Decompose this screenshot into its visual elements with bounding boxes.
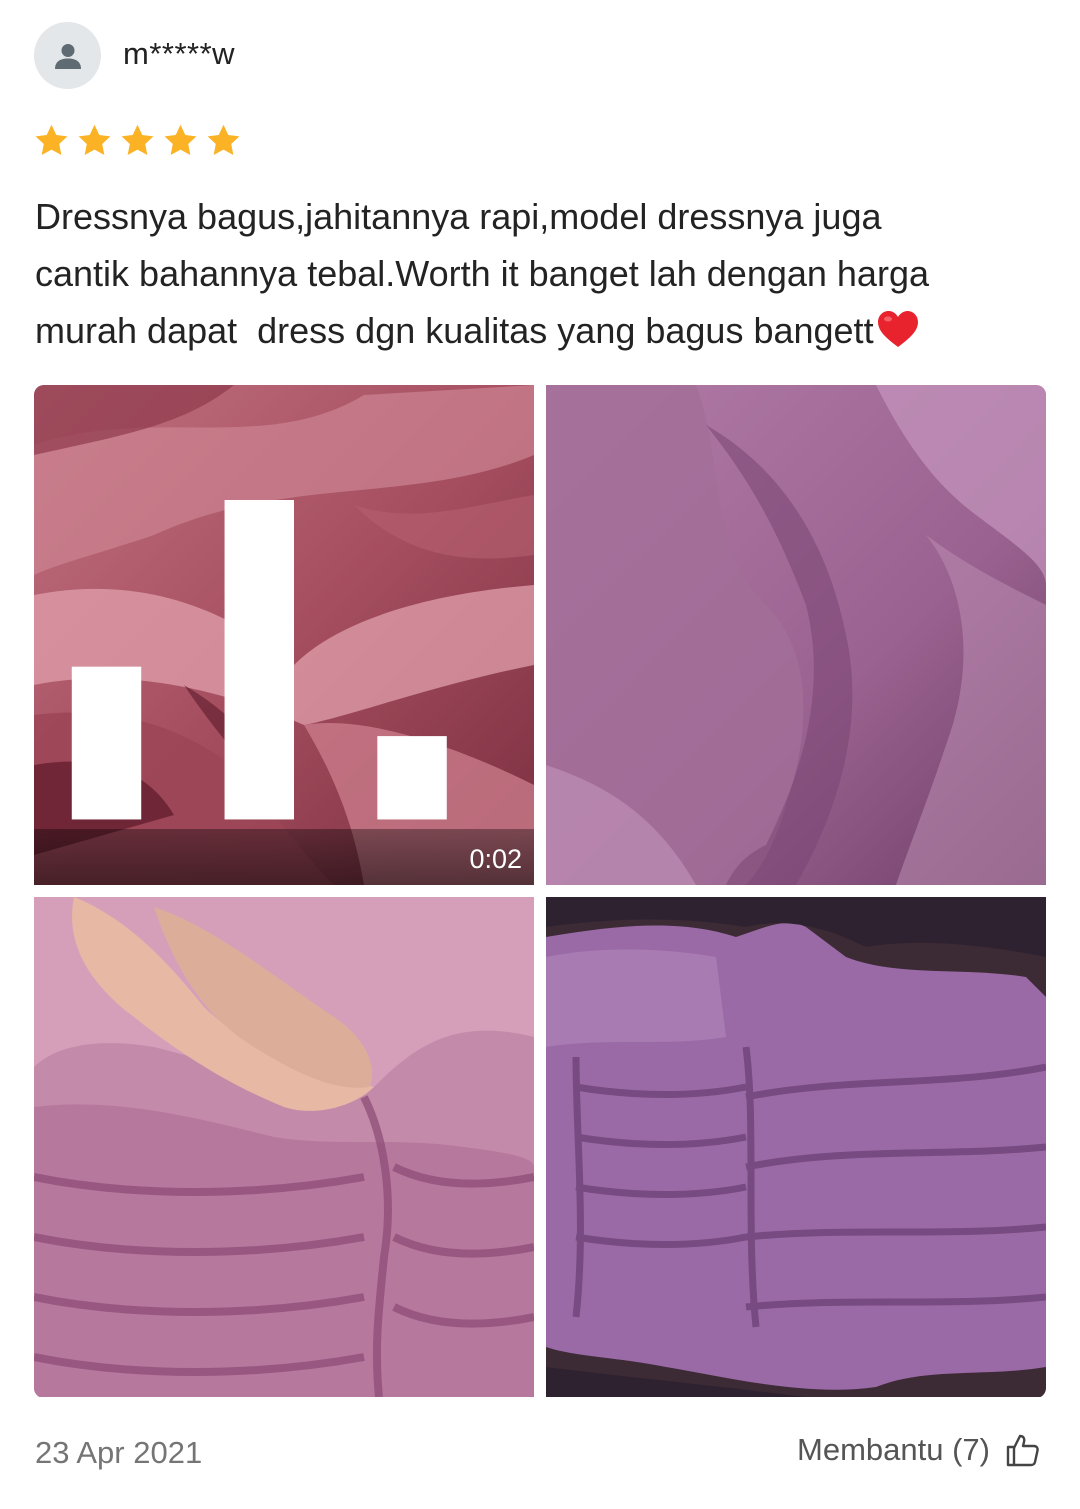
review-photo[interactable] [546,897,1046,1397]
fabric-photo-closeup [546,385,1046,885]
dress-laid-flat-photo [546,897,1046,1397]
video-signal-icon [71,500,447,820]
thumbs-up-outline-icon [1006,1434,1039,1467]
review-media-grid: 0:02 [34,385,1046,1398]
review-body: Dressnya bagus,jahitannya rapi,model dre… [35,196,929,351]
review-card: m*****w Dressnya bagus,jahitannya rapi,m… [0,0,1080,1509]
review-date: 23 Apr 2021 [35,1435,203,1470]
video-duration: 0:02 [469,844,522,874]
avatar[interactable] [34,22,101,89]
rating-stars [33,122,242,159]
star-icon [78,124,111,155]
helpful-label: Membantu (7) [797,1432,990,1467]
red-heart-icon [877,311,918,347]
star-icon [207,124,240,155]
star-icon [164,124,197,155]
helpful-button[interactable]: Membantu (7) [797,1432,1040,1468]
user-silhouette-icon [54,43,81,69]
star-icon [121,124,154,155]
fabric-ruching-photo [34,897,534,1397]
review-text: Dressnya bagus,jahitannya rapi,model dre… [35,188,1050,359]
star-icon [35,124,68,155]
review-photo[interactable] [546,385,1046,885]
review-photo[interactable] [34,897,534,1397]
reviewer-username: m*****w [123,36,236,71]
review-video-thumbnail[interactable]: 0:02 [34,385,534,885]
